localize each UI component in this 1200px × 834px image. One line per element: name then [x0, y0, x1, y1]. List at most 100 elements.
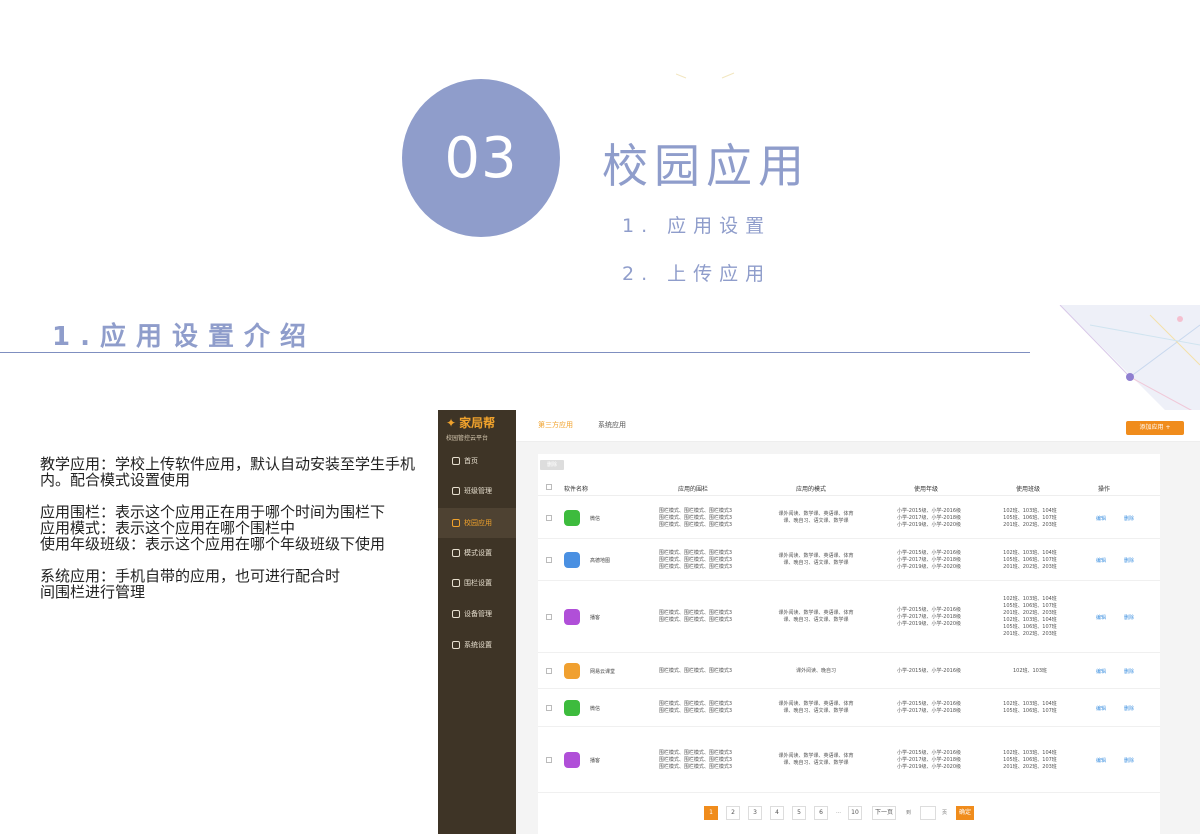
podcast-icon — [564, 752, 580, 768]
description-paragraph: 应用围栏：表示这个应用正在用于哪个时间为围栏下 应用模式：表示这个应用在哪个围栏… — [40, 503, 386, 553]
confirm-page-button[interactable]: 确定 — [956, 806, 975, 820]
sparkle-decoration — [676, 72, 735, 79]
cell-grade: 小学-2015级、小学-2016级 — [896, 667, 962, 674]
edit-link[interactable]: 编辑 — [1096, 557, 1106, 564]
page-button[interactable]: 6 — [814, 806, 828, 820]
page-button[interactable]: 2 — [726, 806, 740, 820]
sidebar-item[interactable]: 首页 — [438, 446, 516, 476]
cell-fence: 围栏模式、围栏模式、围栏模式3 — [658, 667, 733, 674]
sidebar-item-label: 班级管理 — [464, 487, 492, 495]
pagination: 1 2 3 4 5 6 … 10 下一页 到 页 确定 — [516, 806, 1200, 822]
sidebar-item[interactable]: 校园应用 — [438, 508, 516, 538]
toc-item: 2. 上传应用 — [622, 263, 772, 285]
podcast-icon — [564, 609, 580, 625]
sidebar-item-label: 设备管理 — [464, 610, 492, 618]
app-name: 播客 — [590, 615, 601, 621]
page-button[interactable]: 3 — [748, 806, 762, 820]
cell-fence: 围栏模式、围栏模式、围栏模式3 围栏模式、围栏模式、围栏模式3 围栏模式、围栏模… — [658, 507, 733, 528]
delete-link[interactable]: 删除 — [1124, 705, 1134, 712]
edit-link[interactable]: 编辑 — [1096, 614, 1106, 621]
delete-link[interactable]: 删除 — [1124, 614, 1134, 621]
app-screenshot: ✦ 家局帮 校园管控云平台 首页 班级管理 校园应用 模式设置 围栏设置 设备管理 系统设置 … — [438, 410, 1200, 834]
nav-icon — [452, 487, 460, 495]
nav-icon — [452, 610, 460, 618]
table-row: 网易云课堂 围栏模式、围栏模式、围栏模式3 课外阅读、晚自习 小学-2015级、小学-… — [538, 653, 1160, 689]
description-paragraph: 教学应用：学校上传软件应用，默认自动安装至学生手机内。配合模式设置使用 — [40, 455, 416, 489]
slide: 03 校园应用 1. 应用设置 2. 上传应用 1.应用设置介绍 教学应用：学校… — [0, 0, 1200, 834]
column-header: 软件名称 — [564, 486, 589, 493]
nav-icon — [452, 457, 460, 465]
row-checkbox[interactable] — [546, 557, 552, 563]
app-name: 播客 — [590, 758, 601, 764]
brand-name: 家局帮 — [459, 416, 496, 430]
cell-grade: 小学-2015级、小学-2016级 小学-2017级、小学-2018级 小学-2… — [896, 749, 962, 770]
edit-link[interactable]: 编辑 — [1096, 668, 1106, 675]
wechat-icon — [564, 700, 580, 716]
row-checkbox[interactable] — [546, 515, 552, 521]
cell-mode: 课外阅读、晚自习 — [795, 667, 836, 674]
delete-link[interactable]: 删除 — [1124, 557, 1134, 564]
cell-mode: 课外阅读、数学课、英语课、体育 课、晚自习、语文课、数学课 — [778, 753, 854, 766]
description: 教学应用：学校上传软件应用，默认自动安装至学生手机内。配合模式设置使用 应用围栏… — [40, 456, 425, 616]
delete-link[interactable]: 删除 — [1124, 757, 1134, 764]
tab-third-party[interactable]: 第三方应用 — [538, 420, 573, 430]
app-name: 微信 — [590, 516, 601, 522]
edit-link[interactable]: 编辑 — [1096, 757, 1106, 764]
page-button[interactable]: 4 — [770, 806, 784, 820]
table-header: 软件名称 应用的围栏 应用的模式 使用年级 使用班级 操作 — [538, 478, 1160, 496]
delete-button[interactable]: 删除 — [540, 460, 564, 470]
column-header: 应用的模式 — [796, 486, 827, 493]
goto-suffix-label: 页 — [942, 810, 948, 816]
brand-subtitle: 校园管控云平台 — [446, 435, 489, 442]
table-row: 微信 围栏模式、围栏模式、围栏模式3 围栏模式、围栏模式、围栏模式3 课外阅读、数学… — [538, 689, 1160, 727]
cell-mode: 课外阅读、数学课、英语课、体育 课、晚自习、语文课、数学课 — [778, 610, 854, 623]
cell-class: 102班、103班、104班 105班、106班、107班 201班、202班、… — [1003, 749, 1057, 770]
book-icon — [564, 663, 580, 679]
goto-page-input[interactable] — [920, 806, 936, 820]
chapter-number: 03 — [402, 79, 560, 237]
page-button[interactable]: 10 — [848, 806, 862, 820]
sidebar-item-label: 系统设置 — [464, 641, 492, 649]
cell-mode: 课外阅读、数学课、英语课、体育 课、晚自习、语文课、数学课 — [778, 553, 854, 566]
tab-system[interactable]: 系统应用 — [598, 420, 626, 430]
cell-class: 102班、103班、104班 105班、106班、107班 201班、202班、… — [1003, 507, 1057, 528]
row-checkbox[interactable] — [546, 614, 552, 620]
row-checkbox[interactable] — [546, 668, 552, 674]
sidebar-item[interactable]: 系统设置 — [438, 630, 516, 660]
select-all-checkbox[interactable] — [546, 484, 552, 490]
section-divider — [0, 352, 1030, 353]
table-of-contents: 1. 应用设置 2. 上传应用 — [622, 213, 771, 309]
delete-link[interactable]: 删除 — [1124, 668, 1134, 675]
row-checkbox[interactable] — [546, 705, 552, 711]
nav-icon — [452, 579, 460, 587]
table-row: 微信 围栏模式、围栏模式、围栏模式3 围栏模式、围栏模式、围栏模式3 围栏模式、围… — [538, 497, 1160, 539]
toc-item: 1. 应用设置 — [622, 215, 772, 237]
map-icon — [564, 552, 580, 568]
cell-mode: 课外阅读、数学课、英语课、体育 课、晚自习、语文课、数学课 — [778, 701, 854, 714]
app-name: 微信 — [590, 706, 601, 712]
cell-fence: 围栏模式、围栏模式、围栏模式3 围栏模式、围栏模式、围栏模式3 — [658, 701, 733, 714]
sidebar-item[interactable]: 围栏设置 — [438, 568, 516, 598]
table-row: 播客 围栏模式、围栏模式、围栏模式3 围栏模式、围栏模式、围栏模式3 课外阅读、数学… — [538, 581, 1160, 653]
column-header: 使用年级 — [914, 486, 939, 493]
cell-fence: 围栏模式、围栏模式、围栏模式3 围栏模式、围栏模式、围栏模式3 围栏模式、围栏模… — [658, 549, 733, 570]
cell-class: 102班、103班、104班 105班、106班、107班 201班、202班、… — [1003, 596, 1057, 637]
add-app-button[interactable]: 添加应用 + — [1126, 421, 1184, 435]
column-header: 操作 — [1098, 486, 1111, 493]
sidebar-item[interactable]: 设备管理 — [438, 599, 516, 629]
page-button[interactable]: 1 — [704, 806, 718, 820]
next-page-button[interactable]: 下一页 — [872, 806, 897, 820]
main-content: 第三方应用 系统应用 添加应用 + 删除 软件名称 应用的围栏 应用的模式 使用… — [516, 410, 1200, 834]
table-row: 高德地图 围栏模式、围栏模式、围栏模式3 围栏模式、围栏模式、围栏模式3 围栏模式… — [538, 539, 1160, 581]
edit-link[interactable]: 编辑 — [1096, 515, 1106, 522]
pagination-ellipsis: … — [836, 809, 841, 815]
delete-link[interactable]: 删除 — [1124, 515, 1134, 522]
sidebar-item[interactable]: 班级管理 — [438, 476, 516, 506]
cell-class: 102班、103班、104班 105班、106班、107班 — [1003, 701, 1057, 714]
edit-link[interactable]: 编辑 — [1096, 705, 1106, 712]
app-name: 网易云课堂 — [590, 669, 616, 675]
sidebar-item[interactable]: 模式设置 — [438, 538, 516, 568]
topbar: 第三方应用 系统应用 添加应用 + — [516, 410, 1200, 442]
row-checkbox[interactable] — [546, 757, 552, 763]
page-button[interactable]: 5 — [792, 806, 806, 820]
